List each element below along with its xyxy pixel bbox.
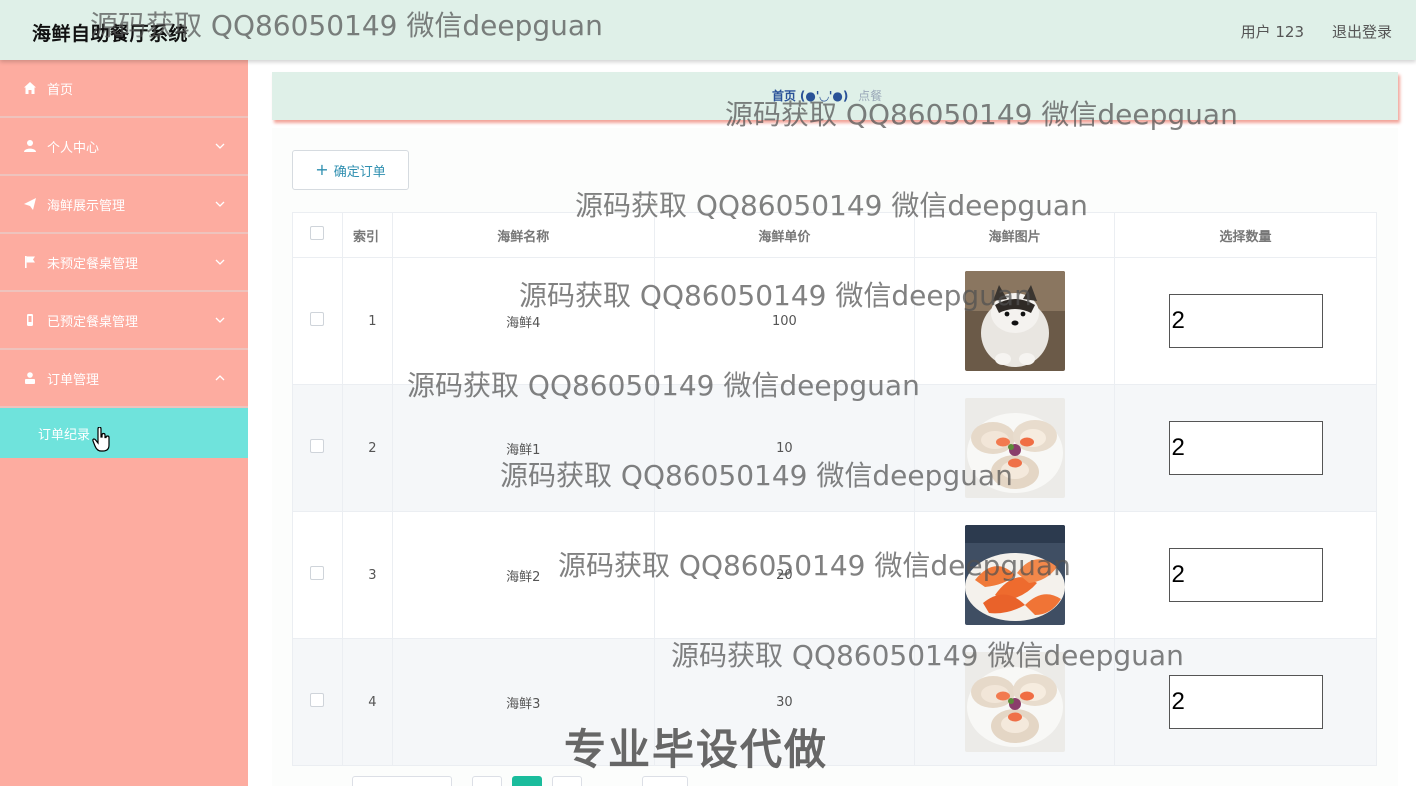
row-index: 4 [341, 638, 393, 766]
chevron-up-icon [215, 375, 225, 381]
column-header-price: 海鲜单价 [653, 212, 916, 258]
user-icon [22, 138, 38, 154]
quantity-input[interactable] [1168, 548, 1323, 602]
column-header-index: 索引 [341, 212, 393, 258]
row-name: 海鲜3 [391, 638, 655, 766]
breadcrumb-current: 点餐 [858, 89, 883, 103]
row-name: 海鲜2 [391, 511, 655, 639]
sidebar: 首页 个人中心 海鲜展示管理 未预定餐桌管理 已预定餐桌管理 订单管理 订单纪录 [0, 60, 248, 786]
chevron-down-icon [215, 143, 225, 149]
app-title: 海鲜自助餐厅系统 [32, 23, 189, 45]
chevron-down-icon [215, 259, 225, 265]
table-row: 3 海鲜2 20 [292, 511, 1377, 639]
current-page-button[interactable] [512, 776, 542, 786]
phone-icon [22, 312, 38, 328]
home-icon [22, 80, 38, 96]
dog-photo [964, 271, 1065, 371]
row-name: 海鲜4 [391, 257, 655, 385]
quantity-input[interactable] [1168, 421, 1323, 475]
page-size-select[interactable] [352, 776, 452, 786]
sidebar-item-label: 未预定餐桌管理 [47, 256, 139, 272]
flag-icon [22, 254, 38, 270]
table-row: 4 海鲜3 30 [292, 638, 1377, 766]
sidebar-item-label: 订单管理 [47, 372, 100, 388]
row-name: 海鲜1 [391, 384, 655, 512]
next-page-button[interactable] [552, 776, 582, 786]
confirm-order-label: 确定订单 [333, 164, 386, 180]
sidebar-item-order-management[interactable]: 订单管理 [0, 350, 248, 408]
column-header-name: 海鲜名称 [391, 212, 655, 258]
sidebar-item-seafood-display[interactable]: 海鲜展示管理 [0, 176, 248, 234]
send-icon [22, 196, 38, 212]
scallop-photo [964, 652, 1065, 752]
row-checkbox[interactable] [310, 566, 325, 580]
row-checkbox[interactable] [310, 312, 325, 326]
breadcrumb-emoticon: (●'◡'●) [799, 89, 849, 103]
column-header-image: 海鲜图片 [914, 212, 1116, 258]
sidebar-item-label: 个人中心 [47, 140, 100, 156]
row-index: 3 [341, 511, 393, 639]
top-header: 海鲜自助餐厅系统 用户 123 退出登录 [0, 0, 1416, 60]
prev-page-button[interactable] [472, 776, 502, 786]
shrimp-photo [964, 525, 1065, 625]
quantity-input[interactable] [1168, 294, 1323, 348]
chevron-down-icon [215, 201, 225, 207]
row-index: 1 [341, 257, 393, 385]
row-price: 100 [653, 257, 916, 385]
sidebar-item-label: 已预定餐桌管理 [47, 314, 139, 330]
select-all-cell [292, 212, 343, 258]
sidebar-item-home[interactable]: 首页 [0, 60, 248, 118]
plus-icon: + [315, 160, 329, 179]
pagination [292, 776, 792, 786]
hand-cursor-icon [92, 427, 110, 452]
quantity-input[interactable] [1168, 675, 1323, 729]
row-price: 20 [653, 511, 916, 639]
row-checkbox[interactable] [310, 693, 325, 707]
order-table: 索引 海鲜名称 海鲜单价 海鲜图片 选择数量 1 海鲜4 100 2 2 海鲜1… [292, 212, 1377, 766]
scallop-photo [964, 398, 1065, 498]
goto-page-input[interactable] [642, 776, 688, 786]
column-header-quantity: 选择数量 [1114, 212, 1377, 258]
confirm-order-button[interactable]: + 确定订单 [292, 150, 409, 190]
sidebar-item-label: 海鲜展示管理 [47, 198, 126, 214]
sidebar-subitem-label: 订单纪录 [38, 427, 91, 443]
sidebar-item-label: 首页 [47, 82, 74, 98]
chevron-down-icon [215, 317, 225, 323]
person-icon [22, 370, 38, 386]
logout-link[interactable]: 退出登录 [1332, 21, 1392, 42]
table-row: 1 海鲜4 100 [292, 257, 1377, 385]
sidebar-item-reserved-tables[interactable]: 已预定餐桌管理 [0, 292, 248, 350]
user-label: 用户 123 [1240, 23, 1304, 41]
breadcrumb-home[interactable]: 首页 [772, 89, 796, 103]
sidebar-item-unreserved-tables[interactable]: 未预定餐桌管理 [0, 234, 248, 292]
sidebar-subitem-order-records[interactable]: 订单纪录 [0, 408, 248, 458]
sidebar-item-personal-center[interactable]: 个人中心 [0, 118, 248, 176]
select-all-checkbox[interactable] [310, 226, 325, 240]
row-index: 2 [341, 384, 393, 512]
row-price: 10 [653, 384, 916, 512]
breadcrumb: 首页 (●'◡'●) 点餐 [272, 72, 1398, 120]
table-header-row: 索引 海鲜名称 海鲜单价 海鲜图片 选择数量 [292, 212, 1377, 258]
table-row: 2 海鲜1 10 [292, 384, 1377, 512]
row-checkbox[interactable] [310, 439, 325, 453]
row-price: 30 [653, 638, 916, 766]
